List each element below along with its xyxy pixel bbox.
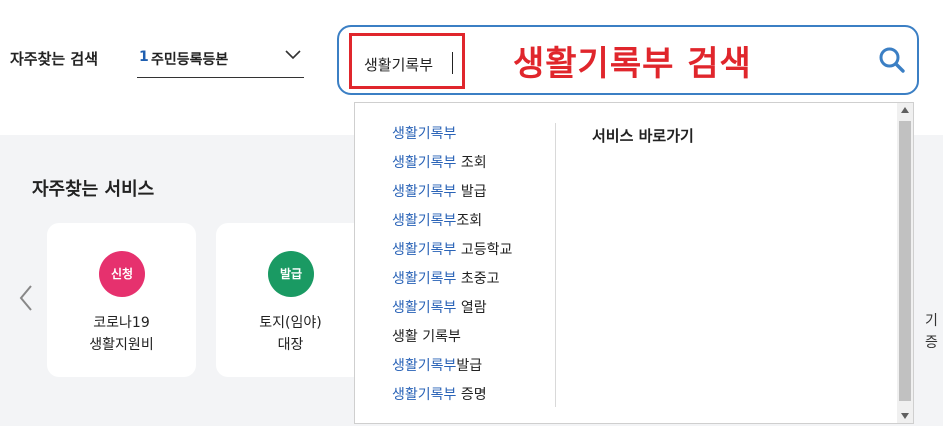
suggestion-rest: 조회: [456, 155, 487, 171]
section-title: 자주찾는 서비스: [32, 179, 155, 200]
suggestion-rest: 초중고: [456, 271, 500, 287]
service-label: 코로나19 생활지원비: [47, 312, 196, 356]
service-shortcut-title: 서비스 바로가기: [592, 127, 694, 145]
chevron-down-icon: [285, 50, 301, 60]
chevron-left-icon[interactable]: [16, 283, 36, 313]
search-input[interactable]: 생활기록부: [349, 33, 465, 89]
service-label-line: 기: [925, 313, 938, 329]
frequent-search-rank: 1: [139, 49, 149, 65]
suggestion-item[interactable]: 생활기록부 조회: [392, 149, 512, 178]
suggestion-match: 생활기록부: [392, 387, 457, 403]
annotation-label: 생활기록부 검색: [513, 44, 752, 84]
suggestion-rest: 열람: [456, 300, 487, 316]
service-label-partial[interactable]: 기 증: [925, 310, 938, 354]
suggestion-match: 생활기록부: [392, 358, 457, 374]
suggestion-match: 생활기록부: [392, 155, 457, 171]
service-badge: 발급: [268, 251, 314, 297]
suggestion-match: 생활기록부: [392, 300, 457, 316]
service-label-line: 생활지원비: [89, 337, 154, 353]
suggestion-list: 생활기록부 생활기록부 조회 생활기록부 발급 생활기록부조회 생활기록부 고등…: [392, 120, 512, 410]
service-label-line: 토지(임야): [259, 315, 322, 331]
frequent-search-value: 주민등록등본: [151, 52, 229, 68]
suggestion-rest: 발급: [456, 358, 483, 374]
suggestion-item[interactable]: 생활기록부발급: [392, 352, 512, 381]
service-label: 토지(임야) 대장: [216, 312, 365, 356]
suggestion-rest: 고등학교: [456, 242, 513, 258]
suggestion-rest: 생활 기록부: [392, 329, 461, 345]
suggestion-rest: 발급: [456, 184, 487, 200]
suggestion-match: 생활기록부: [392, 213, 457, 229]
suggestion-item[interactable]: 생활기록부 고등학교: [392, 236, 512, 265]
suggestion-rest: 증명: [456, 387, 487, 403]
dropdown-scrollbar[interactable]: [897, 103, 913, 423]
suggestion-item[interactable]: 생활 기록부: [392, 323, 512, 352]
suggestion-item[interactable]: 생활기록부: [392, 120, 512, 149]
service-label-line: 증: [925, 335, 938, 351]
text-caret: [452, 52, 453, 74]
search-icon[interactable]: [877, 45, 907, 75]
dropdown-divider: [555, 123, 556, 407]
suggestion-match: 생활기록부: [392, 242, 457, 258]
suggestion-item[interactable]: 생활기록부 증명: [392, 381, 512, 410]
service-card[interactable]: 발급 토지(임야) 대장: [216, 223, 365, 377]
service-badge: 신청: [99, 251, 145, 297]
search-box: 생활기록부 생활기록부 검색: [337, 25, 919, 95]
search-input-value: 생활기록부: [364, 56, 434, 74]
scrollbar-thumb[interactable]: [899, 121, 911, 401]
scroll-down-arrow-icon[interactable]: [900, 412, 910, 420]
suggestion-match: 생활기록부: [392, 126, 457, 142]
frequent-search-select[interactable]: 1 주민등록등본: [137, 46, 304, 78]
suggestion-match: 생활기록부: [392, 271, 457, 287]
suggestion-item[interactable]: 생활기록부 초중고: [392, 265, 512, 294]
suggestion-item[interactable]: 생활기록부조회: [392, 207, 512, 236]
suggestion-item[interactable]: 생활기록부 열람: [392, 294, 512, 323]
service-card[interactable]: 신청 코로나19 생활지원비: [47, 223, 196, 377]
suggestion-item[interactable]: 생활기록부 발급: [392, 178, 512, 207]
suggestion-match: 생활기록부: [392, 184, 457, 200]
service-label-line: 대장: [277, 337, 304, 353]
autocomplete-dropdown: 생활기록부 생활기록부 조회 생활기록부 발급 생활기록부조회 생활기록부 고등…: [354, 102, 914, 424]
suggestion-rest: 조회: [456, 213, 483, 229]
service-label-line: 코로나19: [93, 315, 150, 331]
frequent-search-label: 자주찾는 검색: [10, 50, 99, 68]
scroll-up-arrow-icon[interactable]: [900, 106, 910, 114]
